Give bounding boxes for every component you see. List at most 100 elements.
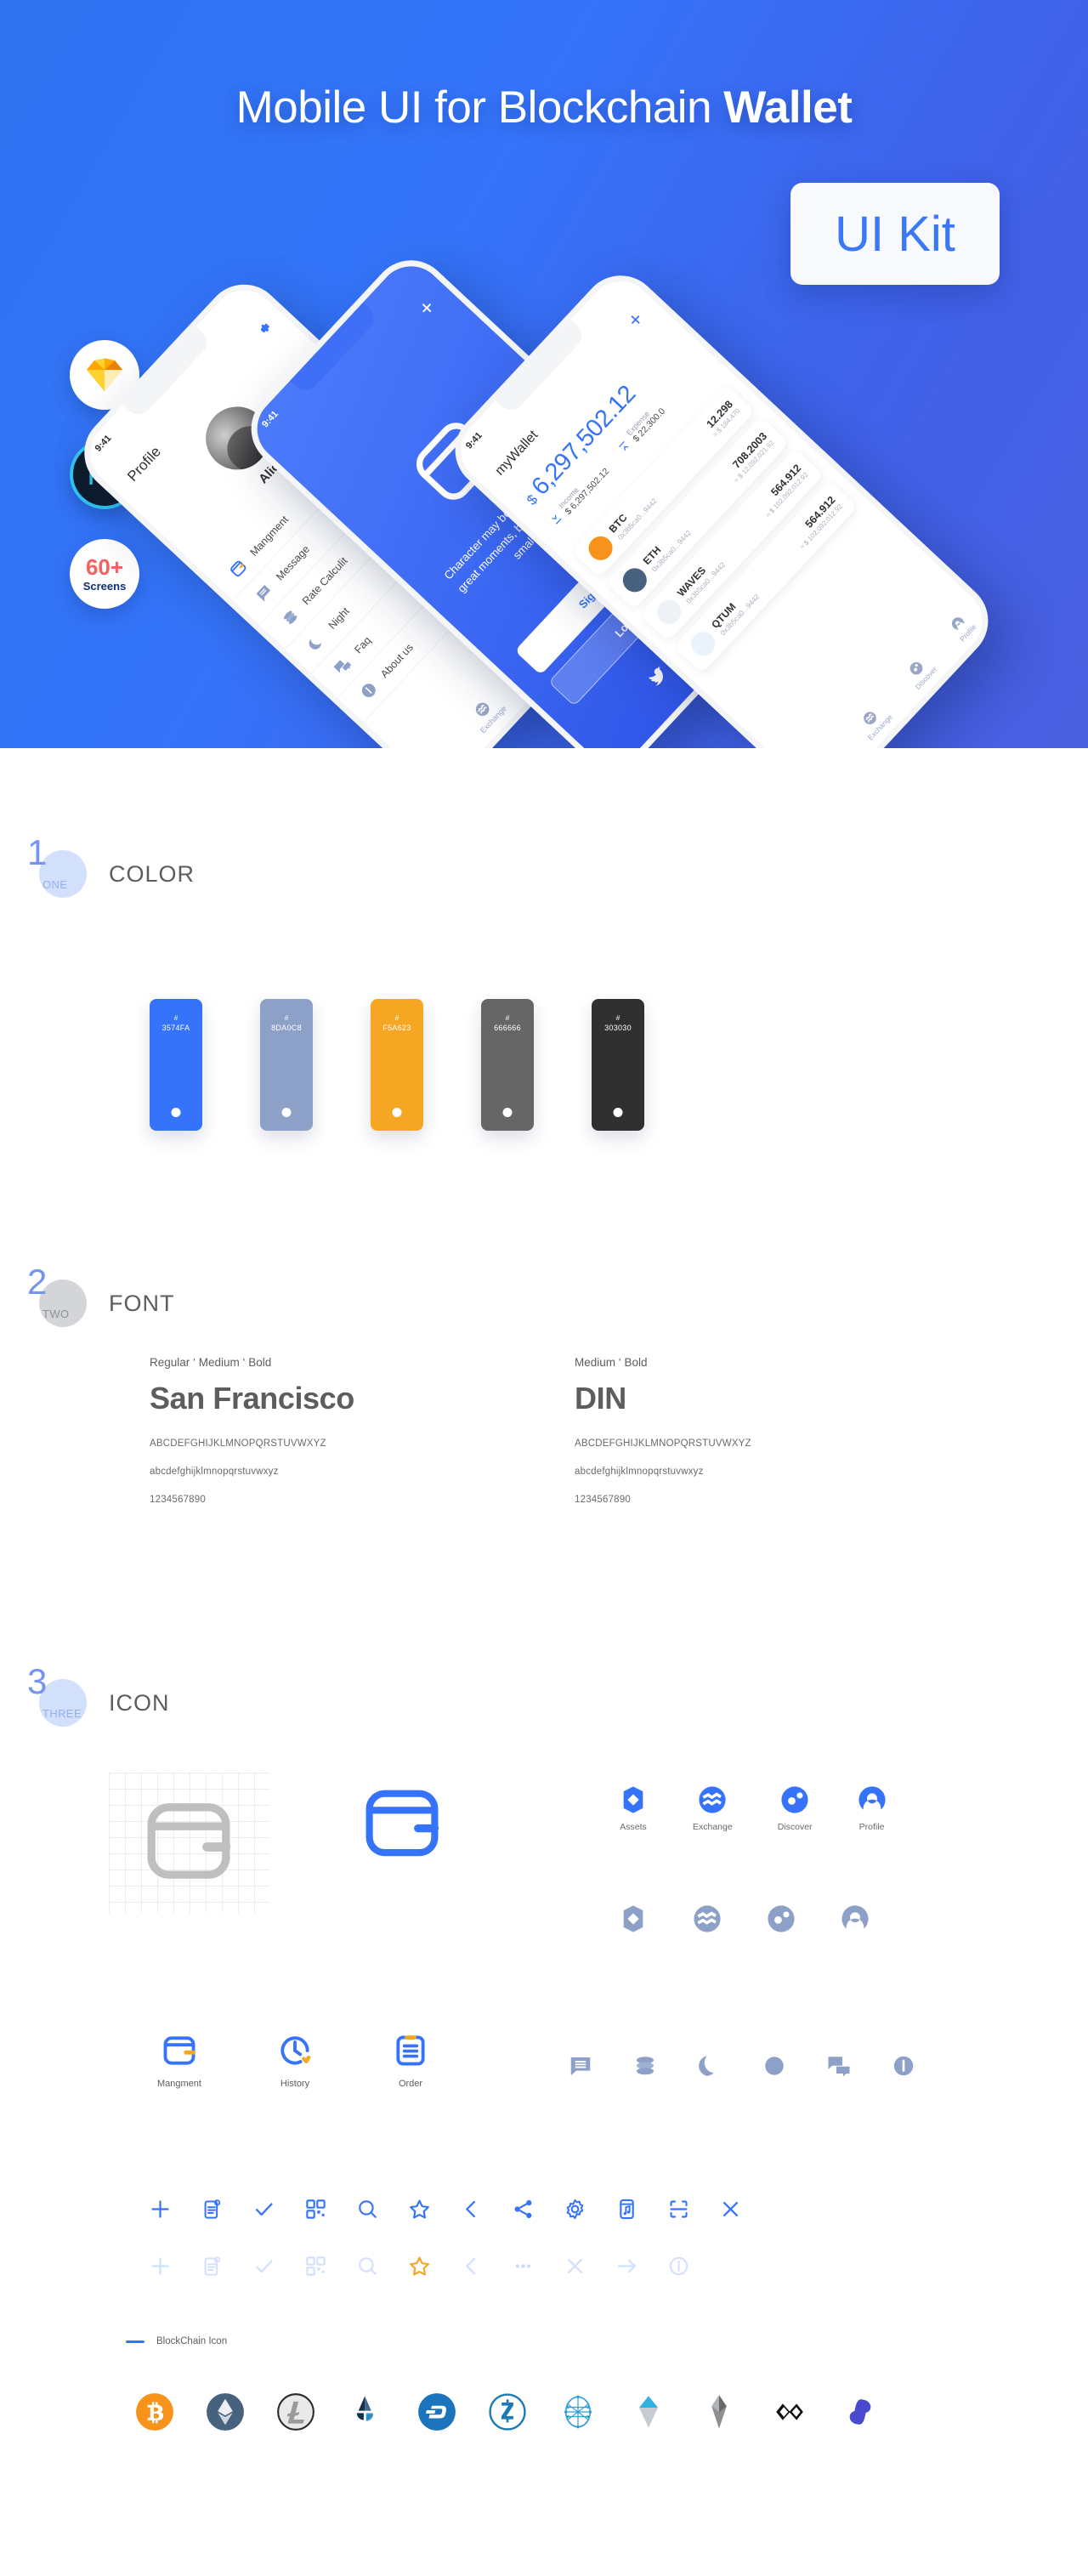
tenx-icon[interactable] (771, 2393, 808, 2431)
assets-icon (623, 1905, 643, 1932)
discover-icon (768, 1905, 795, 1932)
bitcoin-icon[interactable] (136, 2393, 173, 2431)
blockchain-label-text: BlockChain Icon (156, 2336, 228, 2346)
swatch-dot (281, 1108, 292, 1117)
waves-icon[interactable] (630, 2393, 667, 2431)
document-settings-icon[interactable] (201, 2255, 224, 2278)
check-icon[interactable] (252, 2198, 275, 2221)
zcash-icon[interactable] (489, 2393, 526, 2431)
divider (126, 2340, 144, 2343)
eos-icon[interactable] (700, 2393, 738, 2431)
wallet-screen-title: myWallet (492, 428, 541, 479)
status-icon[interactable] (842, 2393, 879, 2431)
font-specimen-din: Medium ‘ Bold DIN ABCDEFGHIJKLMNOPQRSTUV… (575, 1356, 1000, 1523)
plus-icon[interactable] (149, 2198, 172, 2221)
dots-icon[interactable] (512, 2255, 535, 2278)
color-swatch[interactable]: # F5A623 (371, 999, 423, 1131)
search-icon[interactable] (356, 2255, 379, 2278)
document-settings-icon[interactable] (201, 2198, 224, 2221)
star-icon[interactable] (408, 2255, 431, 2278)
swatch-dot (171, 1108, 181, 1117)
close-icon[interactable] (719, 2198, 742, 2221)
dash-icon[interactable] (418, 2393, 456, 2431)
info-icon (361, 684, 376, 698)
assets-icon (430, 745, 450, 748)
list-item-label: Night (326, 604, 352, 632)
tabbar-icon-assets-inactive[interactable] (619, 1904, 648, 1933)
expense-icon (619, 440, 629, 451)
scan-icon[interactable] (667, 2198, 690, 2221)
check-icon[interactable] (252, 2255, 275, 2278)
feature-icon-mangment[interactable]: Mangment (149, 2032, 210, 2089)
hash-symbol: # (505, 1013, 510, 1022)
qrcode-icon[interactable] (304, 2198, 327, 2221)
tabbar-icon-exchange-inactive[interactable] (693, 1904, 722, 1933)
notch (122, 326, 212, 420)
tab-assets[interactable]: Assets (427, 741, 462, 748)
font-weights: Regular ‘ Medium ‘ Bold (150, 1356, 272, 1369)
tab-exchange[interactable]: Exchange (466, 692, 508, 735)
coins-icon[interactable] (632, 2053, 658, 2079)
tabbar-icon-discover[interactable]: Discover (778, 1785, 813, 1832)
color-hex: 3574FA (162, 1024, 190, 1033)
add-button[interactable]: + (413, 294, 440, 321)
tabbar-icon-profile[interactable]: Profile (858, 1785, 887, 1832)
qrcode-icon[interactable] (304, 2255, 327, 2278)
star-icon[interactable] (408, 2198, 431, 2221)
section-number: 3 (27, 1661, 48, 1701)
gear-icon[interactable] (253, 320, 274, 340)
font-lowercase: abcdefghijklmnopqrstuvwxyz (150, 1467, 279, 1477)
section-title: COLOR (109, 860, 196, 887)
exchange-icon (694, 1905, 721, 1932)
bitcoin-icon (583, 531, 618, 565)
feature-icon-history[interactable]: History (264, 2032, 326, 2089)
tabbar-icon-label: Discover (777, 1822, 813, 1832)
font-specimens: Regular ‘ Medium ‘ Bold San Francisco AB… (150, 1356, 1051, 1523)
ethereum-icon (618, 563, 652, 598)
ethereum-icon[interactable] (207, 2393, 244, 2431)
swatch-dot (502, 1108, 513, 1117)
tab-bar: Assets Exchange (802, 598, 991, 748)
tab-profile[interactable]: Profile (946, 611, 978, 644)
tab-exchange[interactable]: Exchange (854, 701, 894, 742)
color-swatch[interactable]: # 3574FA (150, 999, 202, 1131)
gear-icon[interactable] (564, 2198, 586, 2221)
moon-icon[interactable] (697, 2053, 722, 2079)
swatch-dot (613, 1108, 623, 1117)
color-swatch[interactable]: # 303030 (592, 999, 644, 1131)
add-button[interactable]: + (623, 307, 649, 332)
section-title: FONT (109, 1290, 175, 1316)
litecoin-icon[interactable] (277, 2393, 314, 2431)
tabbar-icon-discover-inactive[interactable] (767, 1904, 796, 1933)
tabbar-icon-assets[interactable]: Assets (619, 1785, 648, 1832)
tabbar-icon-profile-inactive[interactable] (841, 1904, 870, 1933)
chevron-left-icon[interactable] (460, 2255, 483, 2278)
circle-icon[interactable] (762, 2053, 787, 2079)
message-icon[interactable] (568, 2053, 593, 2079)
tab-discover[interactable]: Discover (902, 654, 938, 691)
tabbar-icon-label: Assets (620, 1822, 647, 1832)
phone-music-icon[interactable] (615, 2198, 638, 2221)
color-swatch[interactable]: # 8DA0C8 (260, 999, 313, 1131)
info-icon[interactable] (667, 2255, 690, 2278)
chevron-left-icon[interactable] (460, 2198, 483, 2221)
color-swatches: # 3574FA # 8DA0C8 # F5A623 # 666666 # 30… (150, 999, 644, 1131)
color-swatch[interactable]: # 666666 (481, 999, 534, 1131)
chat-icon (333, 660, 352, 673)
section-badge: 3 THREE (27, 1664, 87, 1727)
info-icon[interactable] (891, 2053, 916, 2079)
close-icon[interactable] (564, 2255, 586, 2278)
search-icon[interactable] (356, 2198, 379, 2221)
discover-icon (781, 1786, 808, 1813)
feature-icon-order[interactable]: Order (380, 2032, 441, 2089)
plus-icon[interactable] (149, 2255, 172, 2278)
hash-symbol: # (615, 1013, 620, 1022)
qtum-icon[interactable] (559, 2393, 597, 2431)
arrow-right-icon[interactable] (615, 2255, 638, 2278)
font-uppercase: ABCDEFGHIJKLMNOPQRSTUVWXYZ (575, 1438, 751, 1449)
chat-icon[interactable] (826, 2053, 852, 2079)
bitshares-icon[interactable] (348, 2393, 385, 2431)
tabbar-icon-exchange[interactable]: Exchange (693, 1785, 733, 1832)
waves-icon (652, 595, 686, 629)
share-icon[interactable] (512, 2198, 535, 2221)
